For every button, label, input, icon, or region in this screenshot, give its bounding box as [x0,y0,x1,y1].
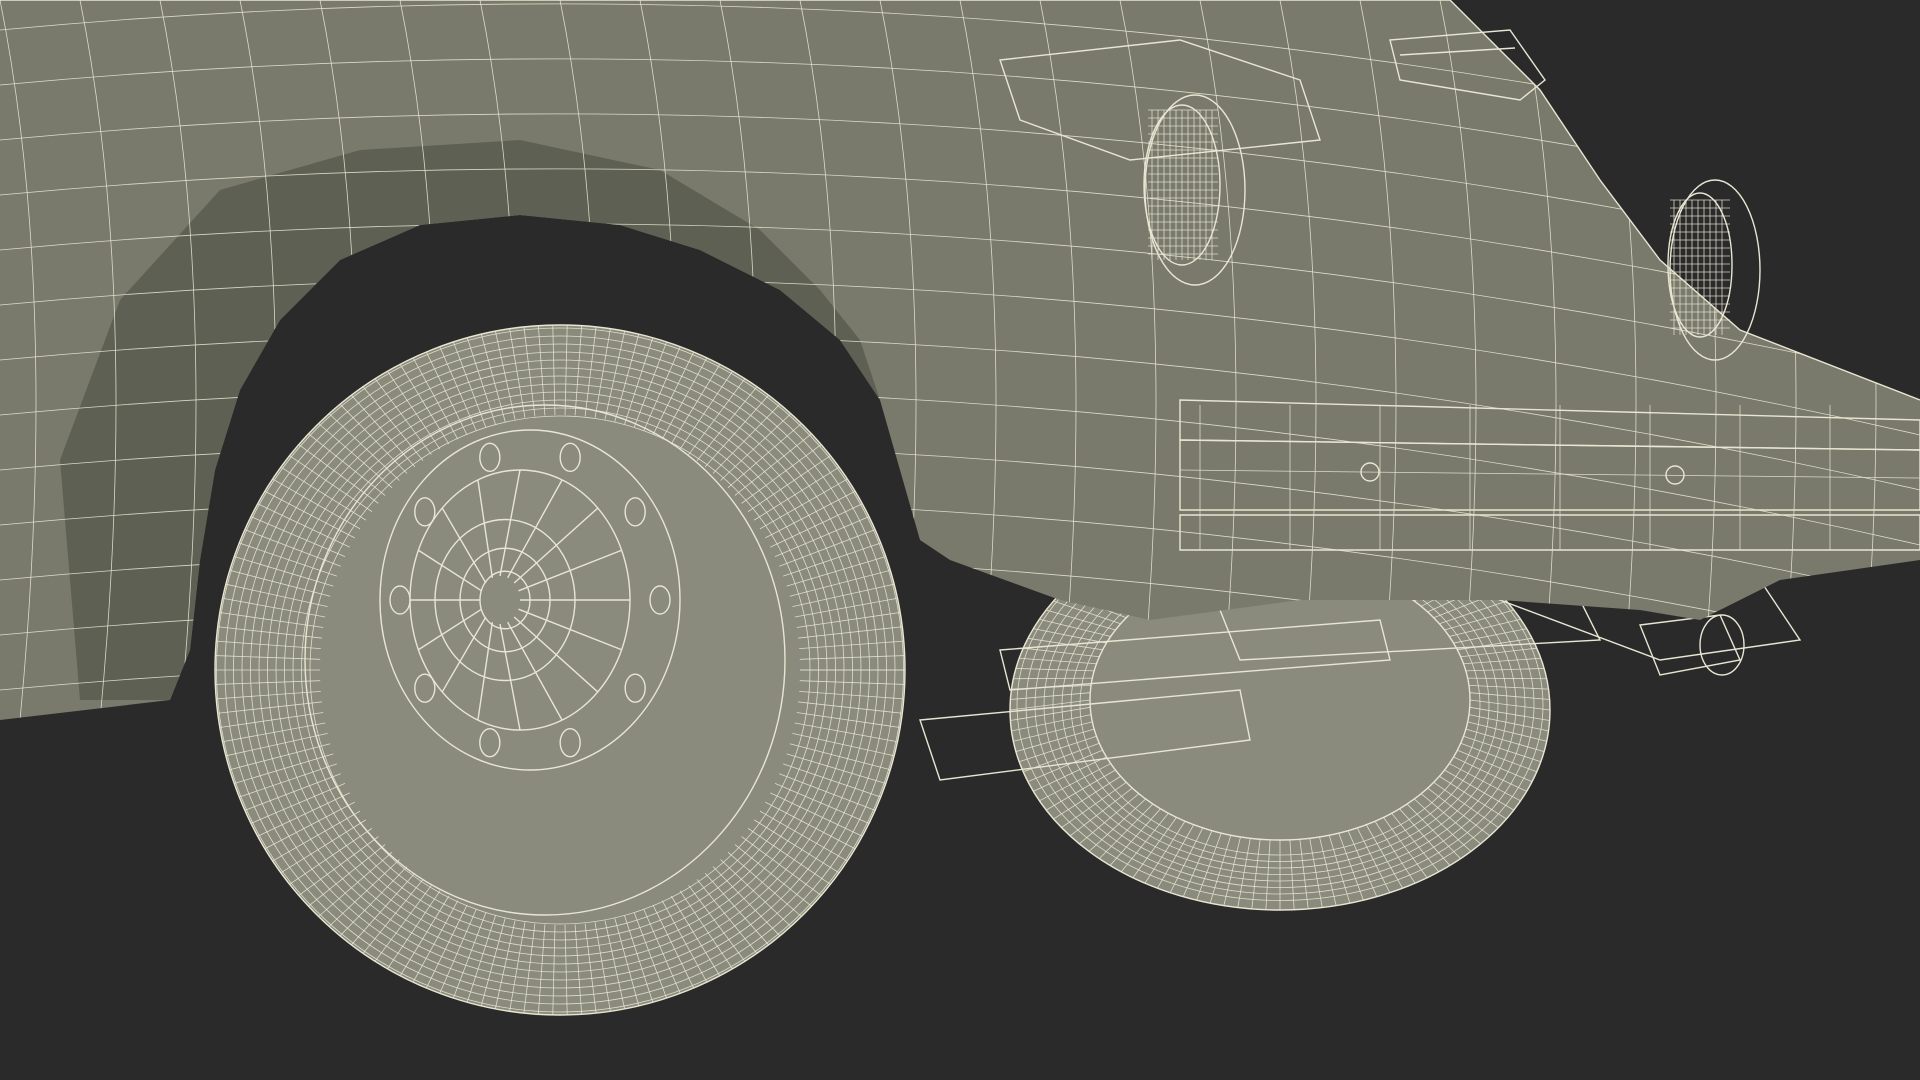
wireframe-render [0,0,1920,1016]
rear-wheel-near [214,324,906,1016]
exhaust-pipe [1639,614,1745,676]
render-viewport [0,0,1920,1080]
